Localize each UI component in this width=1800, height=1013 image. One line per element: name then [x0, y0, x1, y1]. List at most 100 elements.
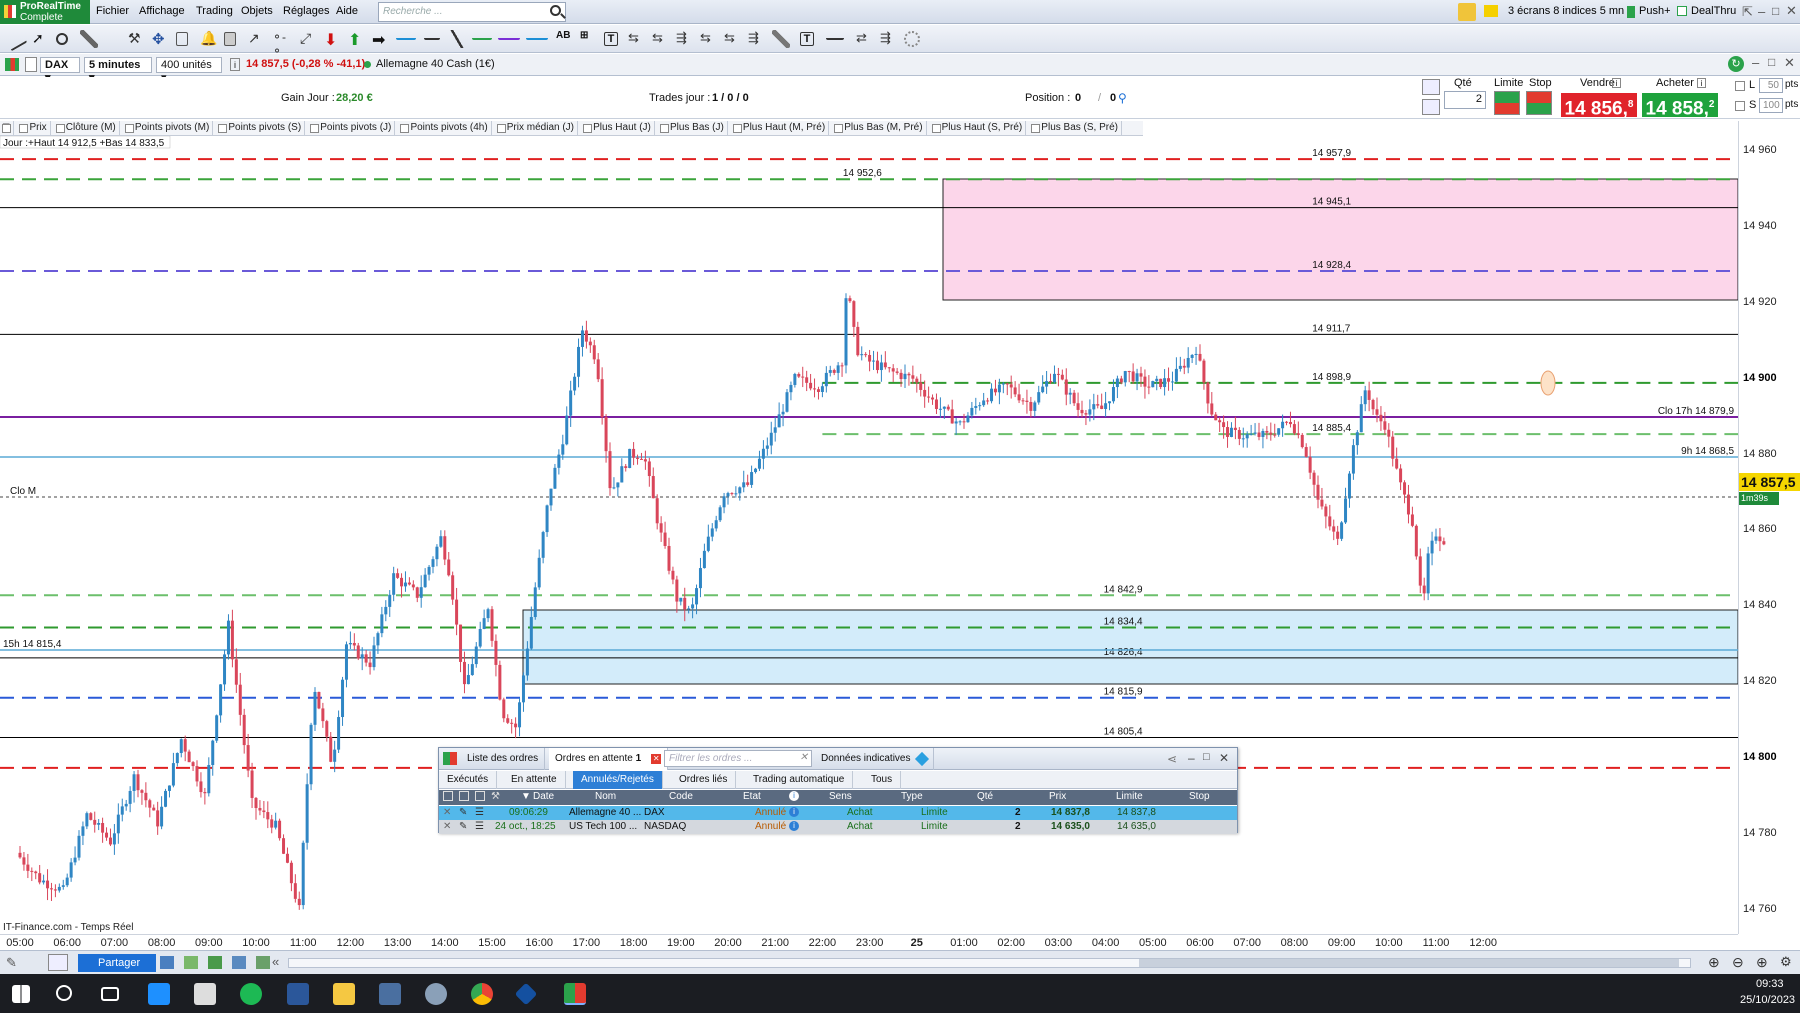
sort-desc-icon[interactable]: ▼: [521, 791, 531, 802]
cursor-icon[interactable]: ➚: [32, 30, 50, 48]
limit-order-button[interactable]: [1494, 91, 1520, 115]
fibo5-icon[interactable]: ⇆: [724, 30, 742, 48]
row-detail-icon[interactable]: ☰: [475, 821, 484, 832]
indicator-high-j[interactable]: Plus Haut (J): [581, 121, 655, 135]
menu-settings[interactable]: Réglages: [283, 5, 329, 17]
cycle-icon[interactable]: ⇄: [856, 30, 874, 48]
alert-icon[interactable]: [1458, 3, 1476, 21]
header-qty[interactable]: Qté: [977, 791, 993, 802]
search-taskbar-icon[interactable]: [56, 985, 72, 1001]
subtab-cancelled[interactable]: Annulés/Rejetés: [573, 771, 663, 789]
indicator-median-j[interactable]: Prix médian (J): [495, 121, 579, 135]
fibo4-icon[interactable]: ⇆: [700, 30, 718, 48]
compare-icon[interactable]: [256, 956, 270, 969]
orders-minimize-icon[interactable]: –: [1188, 751, 1195, 765]
interval-select[interactable]: 5 minutes ▾: [84, 57, 152, 84]
tab-indicative-data[interactable]: Données indicatives: [815, 748, 934, 770]
fibo3-icon[interactable]: ⇶: [676, 30, 694, 48]
folder-app-icon[interactable]: [194, 983, 216, 1005]
s-checkbox[interactable]: [1735, 101, 1745, 111]
indicator-pivots-4h[interactable]: Points pivots (4h): [398, 121, 492, 135]
text-abc-icon[interactable]: AB: [556, 30, 574, 48]
indicator-high-m-prev[interactable]: Plus Haut (M, Pré): [731, 121, 830, 135]
sell-button[interactable]: 14 856,8: [1561, 93, 1637, 119]
filter-orders-input[interactable]: Filtrer les ordres ... ✕: [664, 750, 812, 767]
up-arrow-icon[interactable]: ⬆: [348, 30, 366, 49]
header-code[interactable]: Code: [669, 791, 693, 802]
header-side[interactable]: Sens: [829, 791, 852, 802]
dash-line-icon[interactable]: [826, 30, 844, 40]
down-arrow-icon[interactable]: ⬇: [324, 30, 342, 49]
indicator-pivots-j[interactable]: Points pivots (J): [308, 121, 396, 135]
time-scrollbar[interactable]: [288, 958, 1691, 968]
arrow-line-icon[interactable]: ↗: [248, 30, 266, 48]
time-axis[interactable]: 05:00 06:00 07:00 08:00 09:00 10:00 11:00 12:00…: [0, 934, 1738, 950]
tab-pending-orders[interactable]: Ordres en attente 1 ✕: [549, 748, 669, 770]
qty-input[interactable]: 2: [1444, 91, 1486, 109]
row-delete-icon[interactable]: ✕: [443, 807, 451, 818]
pencil-icon[interactable]: [2, 26, 28, 52]
screen-icon[interactable]: [160, 956, 174, 969]
windows-start-icon[interactable]: [12, 985, 30, 1003]
table-row[interactable]: ✕ ✎ ☰ 09:06:29 Allemagne 40 ... DAX Annu…: [439, 806, 1237, 820]
sell-info-icon[interactable]: i: [1612, 78, 1621, 88]
chart-add-icon[interactable]: [48, 954, 68, 971]
buy-button[interactable]: 14 858,2: [1642, 93, 1718, 119]
subtab-linked[interactable]: Ordres liés: [671, 771, 737, 789]
eraser-icon[interactable]: [772, 30, 790, 48]
hline-icon[interactable]: [396, 30, 416, 40]
indicator-pivots-s[interactable]: Points pivots (S): [216, 121, 306, 135]
push-button[interactable]: Push+: [1639, 5, 1671, 17]
store-icon[interactable]: [148, 983, 170, 1005]
app-diamond-icon[interactable]: [514, 982, 538, 1006]
segment-icon[interactable]: ⚬-⚬: [272, 30, 290, 58]
share-button[interactable]: Partager: [78, 954, 156, 972]
subtab-executed[interactable]: Exécutés: [439, 771, 498, 789]
fibo1-icon[interactable]: ⇆: [628, 30, 646, 48]
buy-info-icon[interactable]: i: [1697, 78, 1706, 88]
indicator-pivots-m[interactable]: Points pivots (M): [123, 121, 214, 135]
l-pts-input[interactable]: 50: [1759, 78, 1783, 93]
menu-objects[interactable]: Objets: [241, 5, 273, 17]
close-icon[interactable]: ✕: [1786, 3, 1797, 19]
folder-icon[interactable]: [1484, 5, 1498, 17]
move-icon[interactable]: ✥: [152, 30, 170, 48]
prorealtime-taskbar-icon[interactable]: [564, 983, 586, 1005]
dealthru-button[interactable]: DealThru: [1691, 5, 1736, 17]
indicator-low-s-prev[interactable]: Plus Bas (S, Pré): [1029, 121, 1122, 135]
row-detail-icon[interactable]: ☰: [475, 807, 484, 818]
close-tab-icon[interactable]: ✕: [651, 754, 662, 764]
units-select[interactable]: 400 unités ▾: [156, 57, 222, 84]
word-icon[interactable]: [287, 983, 309, 1005]
copy-icon[interactable]: [176, 32, 188, 46]
refresh-icon[interactable]: ↻: [1728, 56, 1744, 72]
zoom-out-icon[interactable]: ⊖: [1732, 954, 1744, 971]
menu-view[interactable]: Affichage: [139, 5, 185, 17]
search-icon[interactable]: [550, 5, 561, 16]
row-info-icon[interactable]: i: [789, 821, 799, 831]
chrome-icon[interactable]: [471, 983, 493, 1005]
pitchfork-icon[interactable]: ⇶: [880, 30, 898, 48]
indicator-price[interactable]: Prix: [17, 121, 51, 135]
panel-close-icon[interactable]: ✕: [1784, 55, 1795, 71]
line-icon[interactable]: [424, 30, 440, 40]
indicator-low-m-prev[interactable]: Plus Bas (M, Pré): [832, 121, 927, 135]
menu-help[interactable]: Aide: [336, 5, 358, 17]
header-stop[interactable]: Stop: [1189, 791, 1210, 802]
text-t-icon[interactable]: T: [604, 32, 618, 46]
scrollbar-thumb[interactable]: [1139, 959, 1679, 967]
l-checkbox[interactable]: [1735, 81, 1745, 91]
target-icon[interactable]: [904, 31, 920, 47]
marker-ellipse[interactable]: [1540, 370, 1556, 396]
explorer-icon[interactable]: [333, 983, 355, 1005]
layout-icon[interactable]: [232, 956, 246, 969]
orders-close-icon[interactable]: ✕: [1219, 751, 1229, 765]
subtab-pending[interactable]: En attente: [503, 771, 566, 789]
minimize-icon[interactable]: –: [1758, 4, 1765, 19]
purple-line-icon[interactable]: [498, 30, 520, 40]
search-input[interactable]: Recherche ...: [378, 2, 566, 22]
ray-icon[interactable]: ⤢: [300, 30, 318, 48]
zoom-fit-icon[interactable]: ⊕: [1708, 954, 1720, 971]
table-row[interactable]: ✕ ✎ ☰ 24 oct., 18:25 US Tech 100 ... NAS…: [439, 820, 1237, 834]
ruler-icon[interactable]: [80, 30, 98, 48]
